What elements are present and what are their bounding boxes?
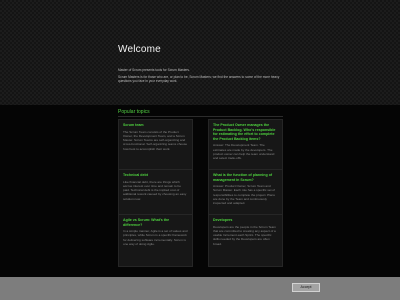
topic-card-text: In a simple manner, Agile is a set of va… [123,229,188,247]
topic-card-text: Answer: The Development Team. The estima… [213,143,275,161]
popular-topics-heading: Popular topics [118,109,150,115]
hero-description: Scrum Masters is for those who are, or p… [118,75,280,84]
accept-cookies-button[interactable]: Accept [292,283,320,292]
topic-card-scrum-team[interactable]: Scrum team The Scrum Team consists of th… [118,119,193,172]
cookie-notice-text: This website uses cookies. By continuing… [80,5,284,13]
topic-card-product-backlog[interactable]: The Product Owner manages the Product Ba… [208,119,283,172]
cookie-banner [0,277,400,300]
topic-card-title[interactable]: Technical debt [123,173,188,178]
topic-card-title[interactable]: Developers [213,218,278,223]
hero-banner [0,0,400,105]
topic-card-text: The Scrum Team consists of the Product O… [123,129,188,151]
topic-card-title[interactable]: What is the function of planning of mana… [213,173,278,182]
topic-card-text: Developers are the people in the Scrum T… [213,224,276,246]
topic-card-text: Answer: Product Owner, Scrum Team and Sc… [213,184,275,206]
section-divider [118,116,283,117]
topic-card-title[interactable]: The Product Owner manages the Product Ba… [213,123,278,141]
topic-card-title[interactable]: Scrum team [123,123,188,128]
page-title: Welcome [118,44,161,55]
topic-card-agile-vs-scrum[interactable]: Agile vs Scrum: What's the difference? I… [118,214,193,267]
hero-subtitle: Master of Scrum presents tools for Scrum… [118,68,190,72]
topic-card-title[interactable]: Agile vs Scrum: What's the difference? [123,218,188,227]
topic-card-text: Like financial debt, there are things wh… [123,179,187,201]
topic-card-developers[interactable]: Developers Developers are the people in … [208,214,283,267]
